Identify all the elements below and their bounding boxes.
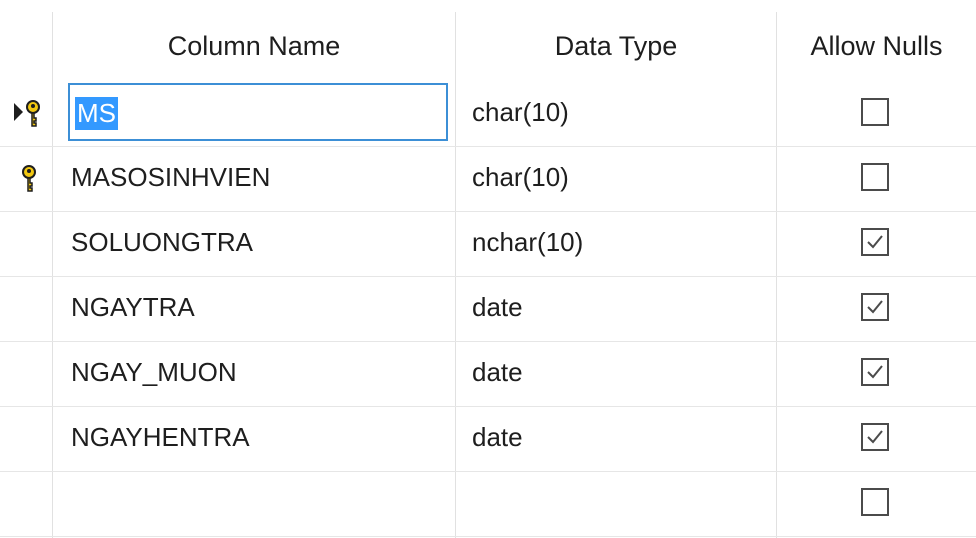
- row-selector[interactable]: [0, 407, 52, 471]
- allow-nulls-checkbox[interactable]: [861, 163, 889, 191]
- row-selector[interactable]: [0, 342, 52, 406]
- column-name-text: SOLUONGTRA: [71, 227, 254, 257]
- grid-header: Column Name Data Type Allow Nulls: [0, 0, 976, 82]
- data-type-text: date: [472, 357, 523, 387]
- row-selector[interactable]: [0, 472, 52, 536]
- allow-nulls-cell: [777, 342, 976, 406]
- column-name-cell[interactable]: NGAYTRA: [53, 277, 455, 341]
- data-type-text: char(10): [472, 97, 569, 127]
- table-row[interactable]: MS char(10): [0, 82, 976, 147]
- allow-nulls-checkbox[interactable]: [861, 228, 889, 256]
- column-name-cell[interactable]: [53, 472, 455, 536]
- table-designer-grid: Column Name Data Type Allow Nulls MS char…: [0, 0, 976, 538]
- allow-nulls-cell: [777, 212, 976, 276]
- allow-nulls-checkbox[interactable]: [861, 358, 889, 386]
- allow-nulls-checkbox[interactable]: [861, 98, 889, 126]
- allow-nulls-checkbox[interactable]: [861, 488, 889, 516]
- data-type-cell[interactable]: date: [456, 277, 776, 341]
- allow-nulls-cell: [777, 407, 976, 471]
- column-name-cell[interactable]: NGAYHENTRA: [53, 407, 455, 471]
- row-selector-arrow-icon: [14, 103, 23, 121]
- column-name-text: MASOSINHVIEN: [71, 162, 271, 192]
- column-name-text: NGAY_MUON: [71, 357, 237, 387]
- allow-nulls-checkbox[interactable]: [861, 293, 889, 321]
- data-type-cell[interactable]: char(10): [456, 82, 776, 146]
- row-selector[interactable]: [0, 147, 52, 211]
- allow-nulls-cell: [777, 472, 976, 536]
- column-name-cell[interactable]: MASOSINHVIEN: [53, 147, 455, 211]
- allow-nulls-cell: [777, 277, 976, 341]
- allow-nulls-cell: [777, 82, 976, 146]
- row-selector[interactable]: [0, 212, 52, 276]
- allow-nulls-checkbox[interactable]: [861, 423, 889, 451]
- data-type-text: date: [472, 292, 523, 322]
- column-name-header[interactable]: Column Name: [53, 26, 455, 66]
- column-name-text: NGAYHENTRA: [71, 422, 250, 452]
- row-selector[interactable]: [0, 82, 52, 146]
- data-type-cell[interactable]: [456, 472, 776, 536]
- data-type-cell[interactable]: nchar(10): [456, 212, 776, 276]
- table-row[interactable]: NGAYTRA date: [0, 277, 976, 342]
- table-row[interactable]: NGAYHENTRA date: [0, 407, 976, 472]
- table-row[interactable]: NGAY_MUON date: [0, 342, 976, 407]
- data-type-text: date: [472, 422, 523, 452]
- column-name-cell[interactable]: SOLUONGTRA: [53, 212, 455, 276]
- data-type-cell[interactable]: char(10): [456, 147, 776, 211]
- key-icon: [20, 164, 38, 194]
- row-selector[interactable]: [0, 277, 52, 341]
- column-name-cell[interactable]: MS: [53, 82, 455, 146]
- column-name-text: NGAYTRA: [71, 292, 195, 322]
- table-row[interactable]: [0, 472, 976, 537]
- key-icon: [24, 99, 42, 129]
- data-type-cell[interactable]: date: [456, 342, 776, 406]
- selected-text: MS: [75, 97, 118, 130]
- data-type-text: char(10): [472, 162, 569, 192]
- data-type-cell[interactable]: date: [456, 407, 776, 471]
- column-name-input[interactable]: MS: [68, 83, 448, 141]
- column-name-cell[interactable]: NGAY_MUON: [53, 342, 455, 406]
- table-row[interactable]: SOLUONGTRA nchar(10): [0, 212, 976, 277]
- data-type-text: nchar(10): [472, 227, 584, 257]
- allow-nulls-cell: [777, 147, 976, 211]
- table-row[interactable]: MASOSINHVIEN char(10): [0, 147, 976, 212]
- allow-nulls-header[interactable]: Allow Nulls: [777, 26, 976, 66]
- data-type-header[interactable]: Data Type: [456, 26, 776, 66]
